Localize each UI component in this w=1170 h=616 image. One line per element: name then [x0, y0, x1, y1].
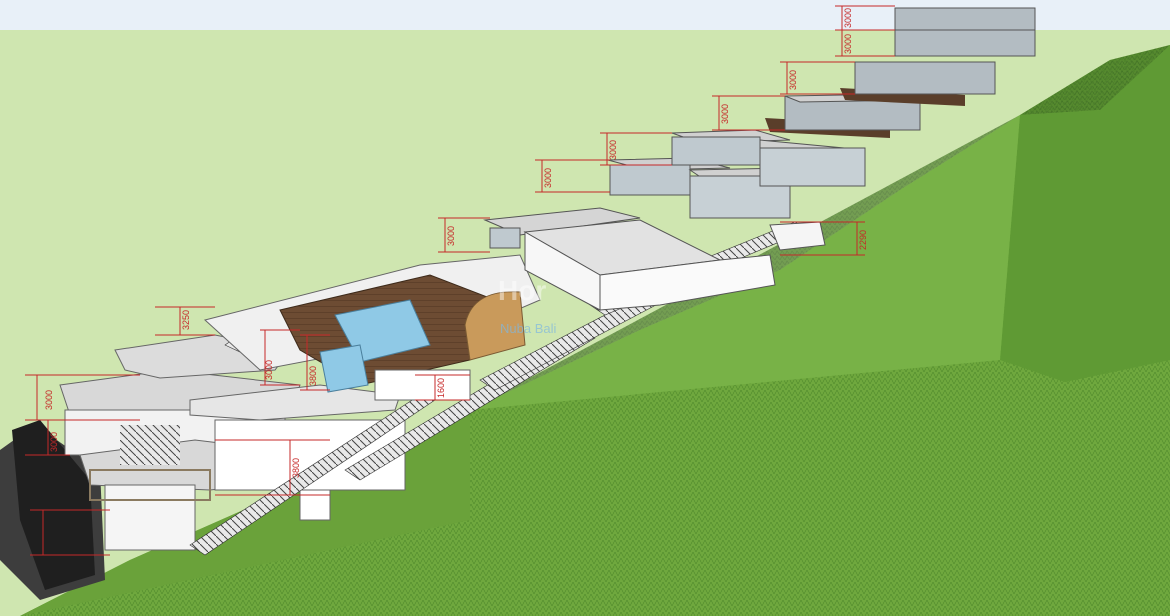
dim-label-pav-5: 3000 [720, 104, 730, 124]
pavilion-4-glass [759, 147, 866, 187]
dim-label-pool-edge: 1600 [436, 378, 446, 398]
watermark-subtitle: Nuba Bali [500, 321, 556, 336]
watermark-brand: Hor [498, 275, 546, 306]
mid-retaining-wall [769, 221, 826, 251]
dim-label-lower-wall: 3800 [291, 458, 301, 478]
dim-label-mid-villa: 3000 [446, 226, 456, 246]
dim-label-top-1: 3000 [843, 8, 853, 28]
pool-water-lower [319, 344, 369, 393]
dim-label-lower-villa: 3000 [44, 390, 54, 410]
pavilion-1-glass [609, 164, 691, 196]
dim-label-lower-terrace: 3000 [49, 432, 59, 452]
dim-label-pool-wall: 3800 [308, 366, 318, 386]
lower-villa-wall-2 [104, 484, 196, 551]
architectural-model-scene: 3000 3000 3000 3000 3000 3000 3000 2290 … [0, 0, 1170, 616]
dim-label-pav-6: 3000 [788, 70, 798, 90]
dim-label-pav-1: 3000 [543, 168, 553, 188]
pavilion-3-glass [671, 136, 761, 166]
dim-label-upper-left-roof: 3250 [181, 310, 191, 330]
dim-label-retaining: 2290 [858, 230, 868, 250]
pavilion-7-glass [894, 7, 1036, 57]
dim-label-top-2: 3000 [843, 34, 853, 54]
dim-label-pav-3: 3000 [608, 140, 618, 160]
pavilion-6-glass [854, 61, 996, 95]
mid-villa-wall [489, 227, 521, 249]
dim-label-upper-left: 3000 [264, 360, 274, 380]
lower-stair-block [120, 425, 180, 465]
